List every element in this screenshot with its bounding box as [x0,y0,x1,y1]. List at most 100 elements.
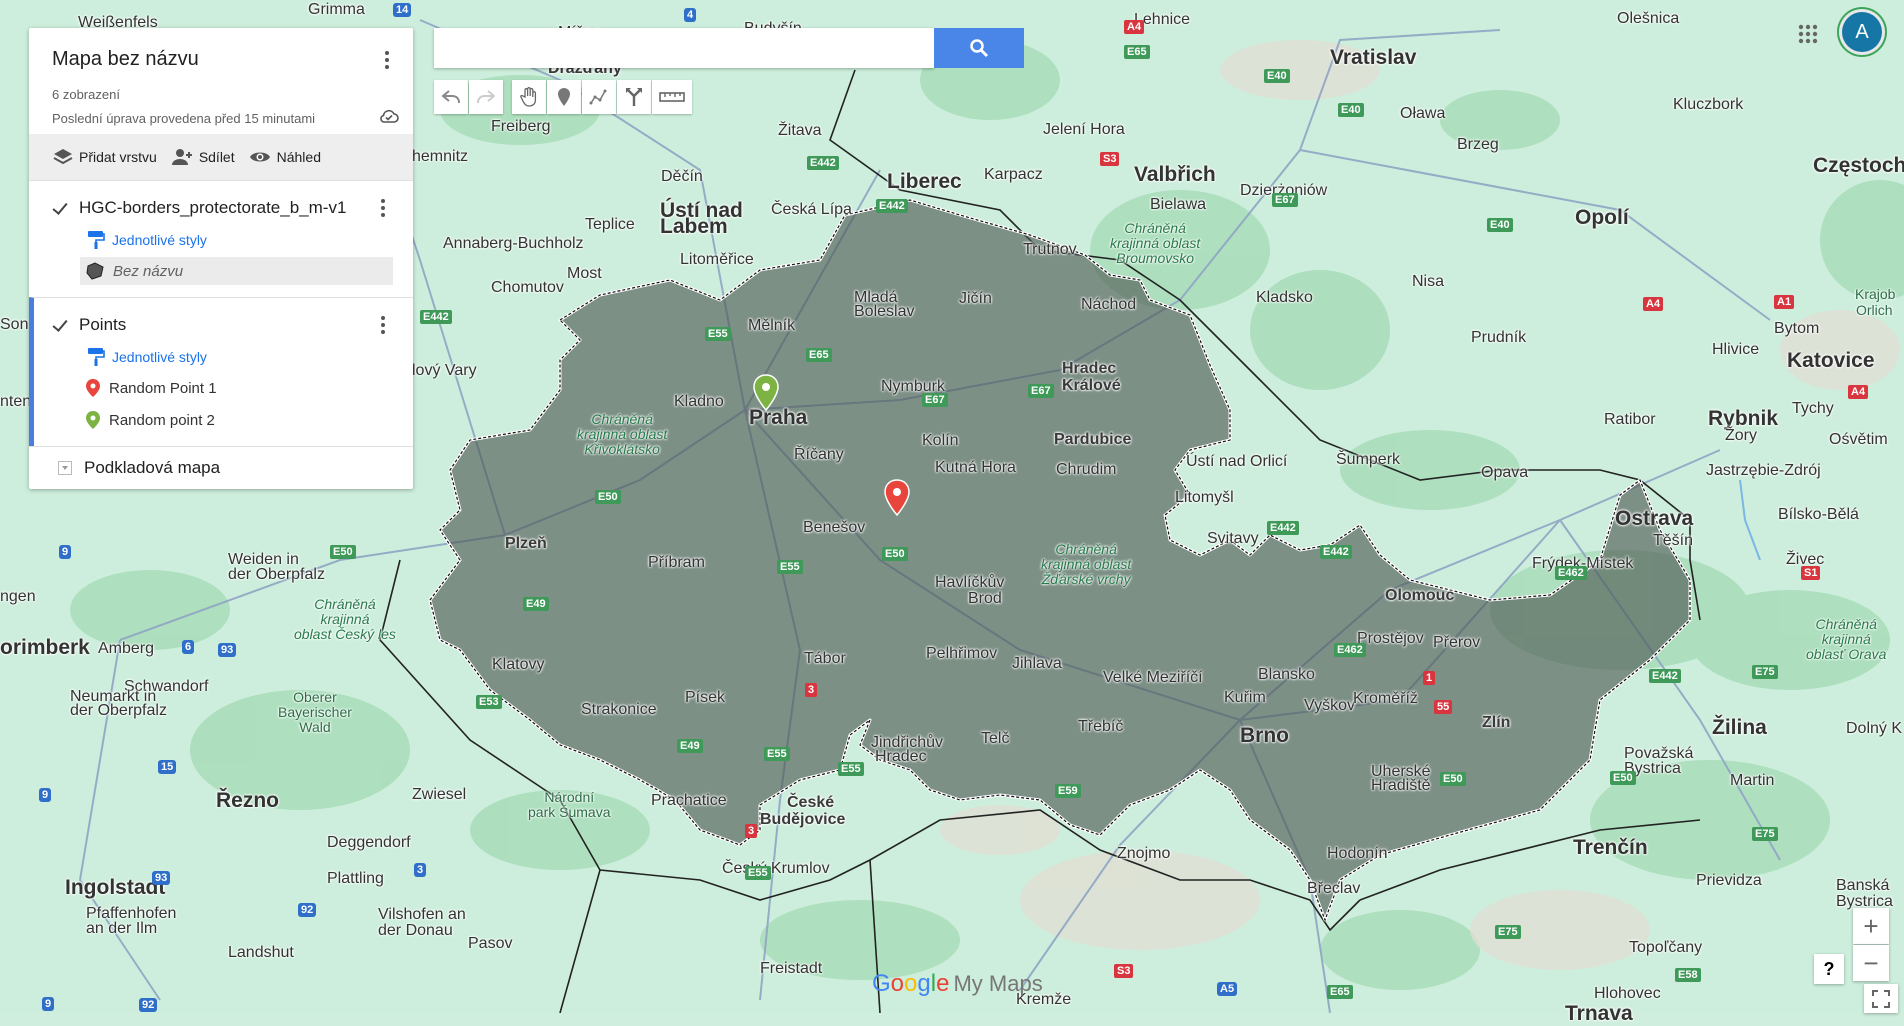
panel-actions: Přidat vrstvu Sdílet Náhled [29,134,413,180]
green-map-pin[interactable] [752,374,780,417]
place-label: Amberg [98,640,155,657]
red-map-pin[interactable] [883,479,911,522]
layer-style-link[interactable]: Jednotlivé styly [112,232,207,248]
place-label: Brzeg [1457,136,1499,153]
place-label: Trnava [1565,1002,1633,1025]
add-person-icon [171,149,192,165]
road-shield: E442 [876,199,908,213]
place-label: Teplice [585,216,635,233]
road-shield: E75 [1495,925,1521,939]
layer-style-link[interactable]: Jednotlivé styly [112,349,207,365]
place-label: Opava [1481,464,1529,481]
place-label: Hradiště [1371,777,1431,794]
road-shield: E40 [1338,103,1364,117]
place-label: Opolí [1575,206,1629,229]
place-label: Freiberg [491,118,551,135]
expand-icon[interactable] [58,461,72,475]
zoom-out-button[interactable]: − [1853,945,1889,981]
account-avatar[interactable]: A [1842,12,1882,52]
search-input[interactable] [434,28,934,68]
zoom-in-button[interactable]: + [1853,908,1889,944]
place-label: Litomyšl [1175,489,1234,506]
place-label: Budějovice [760,811,846,828]
layer-options-icon[interactable] [371,313,395,337]
place-label: Strakonice [581,701,657,718]
place-label: Prostějov [1357,630,1424,647]
road-shield: E65 [1124,45,1150,59]
place-label: Karpacz [984,166,1043,183]
layer-points: Points Jednotlivé styly Random Point 1 R… [29,297,413,446]
polygon-feature-item[interactable]: Bez názvu [80,257,393,285]
road-shield: E75 [1752,665,1778,679]
place-label: Prachatice [651,792,727,809]
layer-visibility-checkbox[interactable] [53,201,67,215]
road-shield: E50 [1440,772,1466,786]
road-shield: E59 [1055,784,1081,798]
place-label: Kolín [922,432,959,449]
road-shield: E55 [745,866,771,880]
place-label: Tychy [1792,400,1834,417]
place-label: Kluczbork [1673,96,1744,113]
search-button[interactable] [934,28,1024,68]
layer-visibility-checkbox[interactable] [53,318,67,332]
google-wordmark: Google [872,970,950,997]
place-label: lový Vary [412,362,477,379]
draw-line-button[interactable] [582,80,616,114]
marker-icon [558,88,570,106]
point-feature-item[interactable]: Random Point 1 [34,372,413,404]
protected-area-label: Chráněná krajinná oblast Křivoklátsko [577,411,668,457]
preview-button[interactable]: Náhled [249,149,321,165]
place-label: ngen [0,588,36,605]
place-label: Bytom [1774,320,1820,337]
road-shield: E55 [764,747,790,761]
place-label: Děčín [661,168,703,185]
place-label: Landshut [228,944,294,961]
add-layer-button[interactable]: Přidat vrstvu [53,148,157,166]
place-label: Topoľčany [1629,939,1703,956]
fullscreen-button[interactable] [1864,984,1898,1013]
last-edit-text: Poslední úprava provedena před 15 minuta… [52,111,316,126]
place-label: Vratislav [1330,46,1417,69]
layer-name[interactable]: Points [79,315,126,335]
road-shield: 93 [152,871,171,885]
place-label: Kladsko [1256,289,1313,306]
directions-icon [626,88,642,106]
road-shield: E55 [777,560,803,574]
place-label: Náchod [1081,296,1137,313]
base-map-layer[interactable]: Podkladová mapa [29,446,413,489]
place-label: Mělník [748,317,796,334]
place-label: Velké Meziříčí [1103,669,1203,686]
add-marker-button[interactable] [547,80,581,114]
place-label: Kroměříž [1353,690,1418,707]
road-shield: 14 [393,3,412,17]
undo-button[interactable] [434,80,468,114]
pan-hand-button[interactable] [512,80,546,114]
green-pin-icon [86,411,100,429]
layer-options-icon[interactable] [371,196,395,220]
place-label: Boleslav [854,303,915,320]
road-shield: 4 [684,8,697,22]
map-options-icon[interactable] [375,48,399,72]
share-button[interactable]: Sdílet [171,148,235,166]
road-shield: E65 [1327,985,1353,999]
redo-button[interactable] [469,80,503,114]
road-shield: E49 [523,597,549,611]
place-label: Jastrzębie-Zdrój [1706,462,1821,479]
road-shield: 92 [298,903,317,917]
help-button[interactable]: ? [1814,954,1844,984]
google-my-maps-logo: Google My Maps [872,970,1043,998]
layer-name[interactable]: HGC-borders_protectorate_b_m-v1 [79,198,346,218]
point-feature-item[interactable]: Random point 2 [34,404,413,436]
product-name: My Maps [953,971,1043,996]
protected-area-label: Chráněná krajinná oblasť Orava [1806,616,1887,662]
place-label: Tábor [804,650,846,667]
road-shield: E65 [806,348,832,362]
directions-button[interactable] [617,80,651,114]
place-label: Říčany [794,446,844,463]
map-title[interactable]: Mapa bez názvu [52,48,389,71]
road-shield: E67 [1028,384,1054,398]
place-label: Pelhřimov [926,645,998,662]
apps-grid-icon[interactable] [1796,22,1820,46]
place-label: Olešnica [1617,10,1680,27]
measure-button[interactable] [652,80,692,114]
